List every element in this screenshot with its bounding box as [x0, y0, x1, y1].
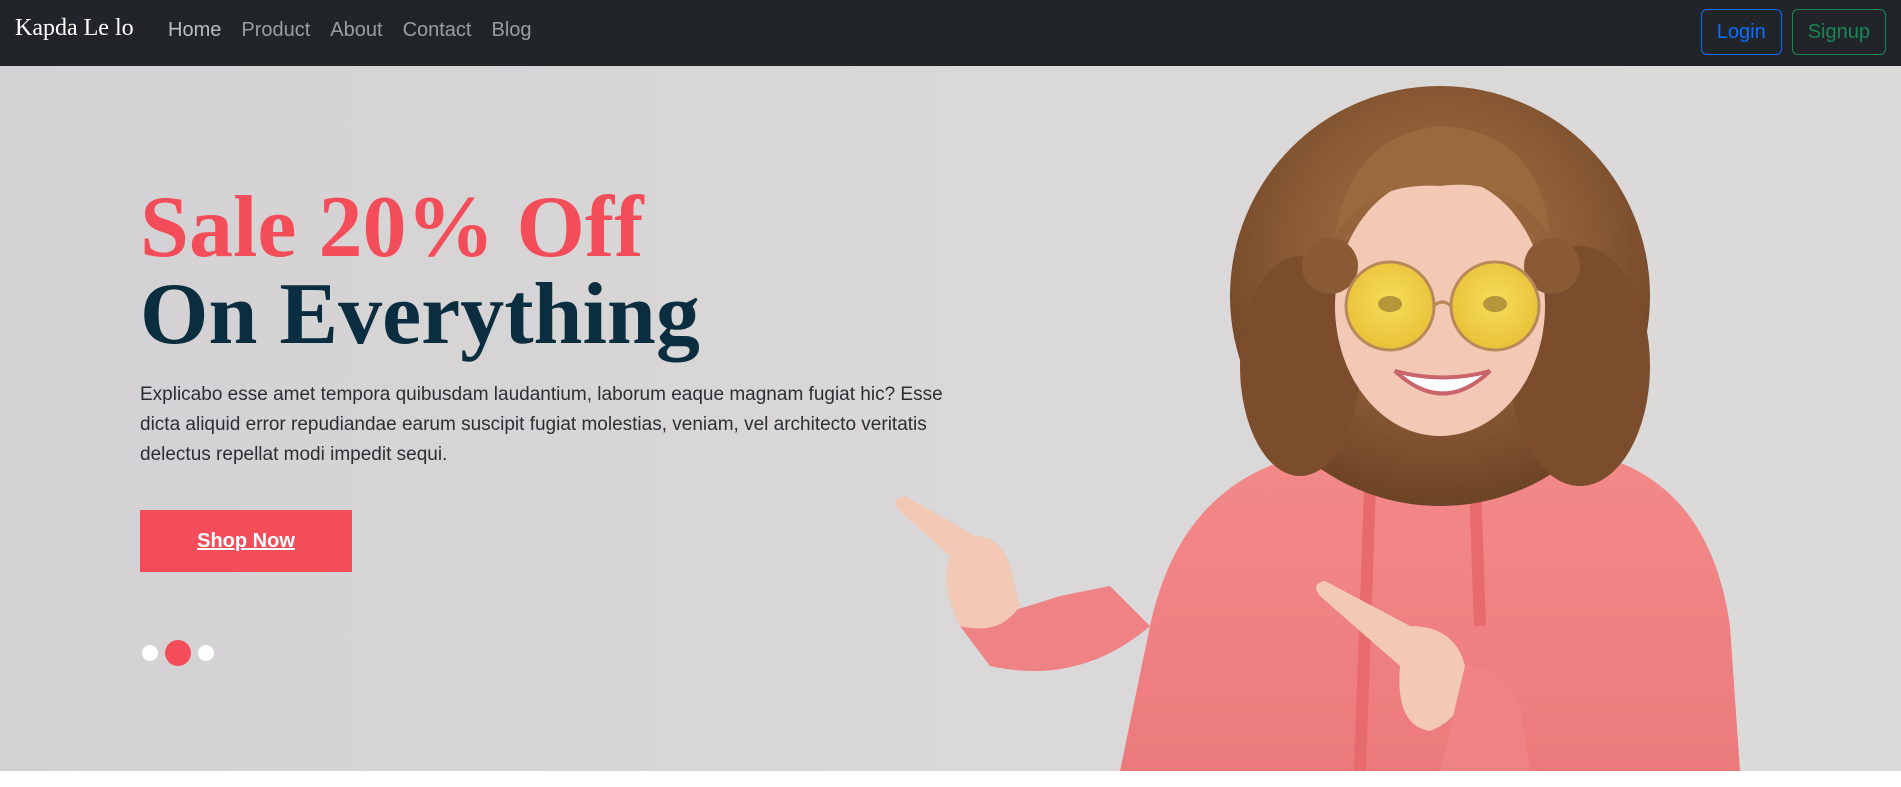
nav-link-product[interactable]: Product: [241, 19, 310, 42]
hero-sale-title: Sale 20% Off: [140, 179, 644, 276]
login-button[interactable]: Login: [1700, 9, 1782, 55]
hero-subtitle: On Everything: [140, 266, 700, 363]
carousel-dot-1[interactable]: [142, 645, 158, 661]
hero-description: Explicabo esse amet tempora quibusdam la…: [140, 384, 943, 465]
carousel-dot-3[interactable]: [198, 645, 214, 661]
nav-link-home[interactable]: Home: [168, 19, 221, 42]
auth-buttons: Login Signup: [1700, 9, 1886, 55]
nav-links: Home Product About Contact Blog: [168, 19, 532, 42]
hero-banner: Sale 20% Off On Everything Explicabo ess…: [0, 66, 1901, 771]
navbar: Kapda Le lo Home Product About Contact B…: [0, 0, 1901, 66]
nav-link-blog[interactable]: Blog: [492, 19, 532, 42]
hero-model-image: [896, 86, 1740, 771]
carousel-indicators: [142, 640, 214, 666]
brand-logo[interactable]: Kapda Le lo: [15, 15, 134, 42]
nav-link-contact[interactable]: Contact: [403, 19, 472, 42]
carousel-dot-2[interactable]: [165, 640, 191, 666]
nav-link-about[interactable]: About: [330, 19, 382, 42]
signup-button[interactable]: Signup: [1791, 9, 1886, 55]
shop-now-button[interactable]: Shop Now: [140, 510, 352, 572]
